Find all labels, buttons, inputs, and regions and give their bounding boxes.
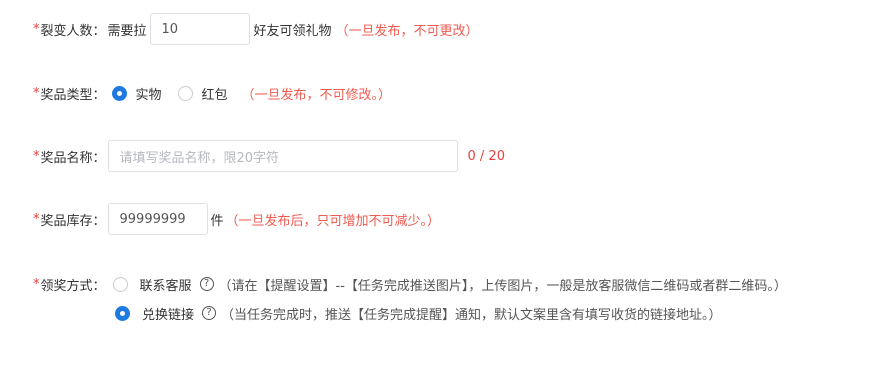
claim-method-option-contact-service[interactable]: 联系客服 [112,275,192,294]
prize-name-char-counter: 0 / 20 [467,148,505,164]
required-mark: * [33,21,40,37]
fission-count-value: 10 [161,21,179,37]
claim-method-note-contact-service: （请在【提醒设置】--【任务完成推送图片】，上传图片，一般是放客服微信二维码或者… [218,278,787,294]
prize-type-option-label: 实物 [135,87,162,103]
prize-stock-label: * 奖品库存： [33,210,106,229]
fission-count-prefix: 需要拉 [107,23,147,39]
prize-type-label-text: 奖品类型： [40,87,106,103]
prize-stock-label-text: 奖品库存： [40,213,106,229]
fission-count-note: （一旦发布，不可更改） [335,23,479,39]
radio-selected-icon[interactable] [111,85,127,101]
fission-count-suffix: 好友可领礼物 [253,23,332,39]
claim-method-label-text: 领奖方式： [40,278,106,294]
prize-name-label: * 奖品名称： [33,147,106,166]
prize-name-input[interactable]: 请填写奖品名称，限20字符 [107,140,458,172]
claim-method-label: * 领奖方式： [33,275,106,294]
claim-method-row: * 领奖方式： 联系客服 ? （请在【提醒设置】--【任务完成推送图片】，上传图… [0,274,787,294]
prize-name-row: * 奖品名称： 请填写奖品名称，限20字符 0 / 20 [0,140,505,172]
prize-type-option-redpacket[interactable]: 红包 [177,84,228,103]
claim-method-note-exchange-link: （当任务完成时，推送【任务完成提醒】通知，默认文案里含有填写收货的链接地址。） [221,307,722,323]
required-mark: * [33,85,40,101]
prize-type-row: * 奖品类型： 实物 红包 （一旦发布，不可修改。） [0,83,391,103]
radio-unselected-icon[interactable] [112,276,128,292]
required-mark: * [33,276,40,292]
prize-stock-value: 99999999 [119,211,186,227]
fission-count-label-text: 裂变人数： [40,23,106,39]
prize-name-placeholder: 请填写奖品名称，限20字符 [119,150,280,166]
required-mark: * [33,211,40,227]
fission-count-label: * 裂变人数： [33,20,106,39]
prize-stock-row: * 奖品库存： 99999999 件 （一旦发布后，只可增加不可减少。） [0,203,440,235]
required-mark: * [33,148,40,164]
prize-type-option-physical[interactable]: 实物 [111,84,162,103]
prize-stock-note: （一旦发布后，只可增加不可减少。） [225,213,441,229]
claim-method-row-2: 兑换链接 ? （当任务完成时，推送【任务完成提醒】通知，默认文案里含有填写收货的… [115,303,722,323]
claim-method-option-label: 联系客服 [139,278,192,294]
prize-type-option-label: 红包 [201,87,228,103]
prize-type-note: （一旦发布，不可修改。） [241,87,392,103]
fission-count-row: * 裂变人数： 需要拉 10 好友可领礼物 （一旦发布，不可更改） [0,13,479,45]
prize-type-label: * 奖品类型： [33,84,106,103]
prize-name-label-text: 奖品名称： [40,150,106,166]
prize-stock-input[interactable]: 99999999 [107,203,208,235]
radio-selected-icon[interactable] [115,305,130,321]
question-circle-icon[interactable]: ? [202,306,217,320]
claim-method-option-label: 兑换链接 [142,307,195,323]
question-circle-icon[interactable]: ? [199,277,214,291]
radio-unselected-icon[interactable] [177,85,193,101]
prize-stock-unit: 件 [210,213,224,229]
claim-method-option-exchange-link[interactable]: 兑换链接 [115,304,194,323]
fission-count-input[interactable]: 10 [149,13,250,45]
